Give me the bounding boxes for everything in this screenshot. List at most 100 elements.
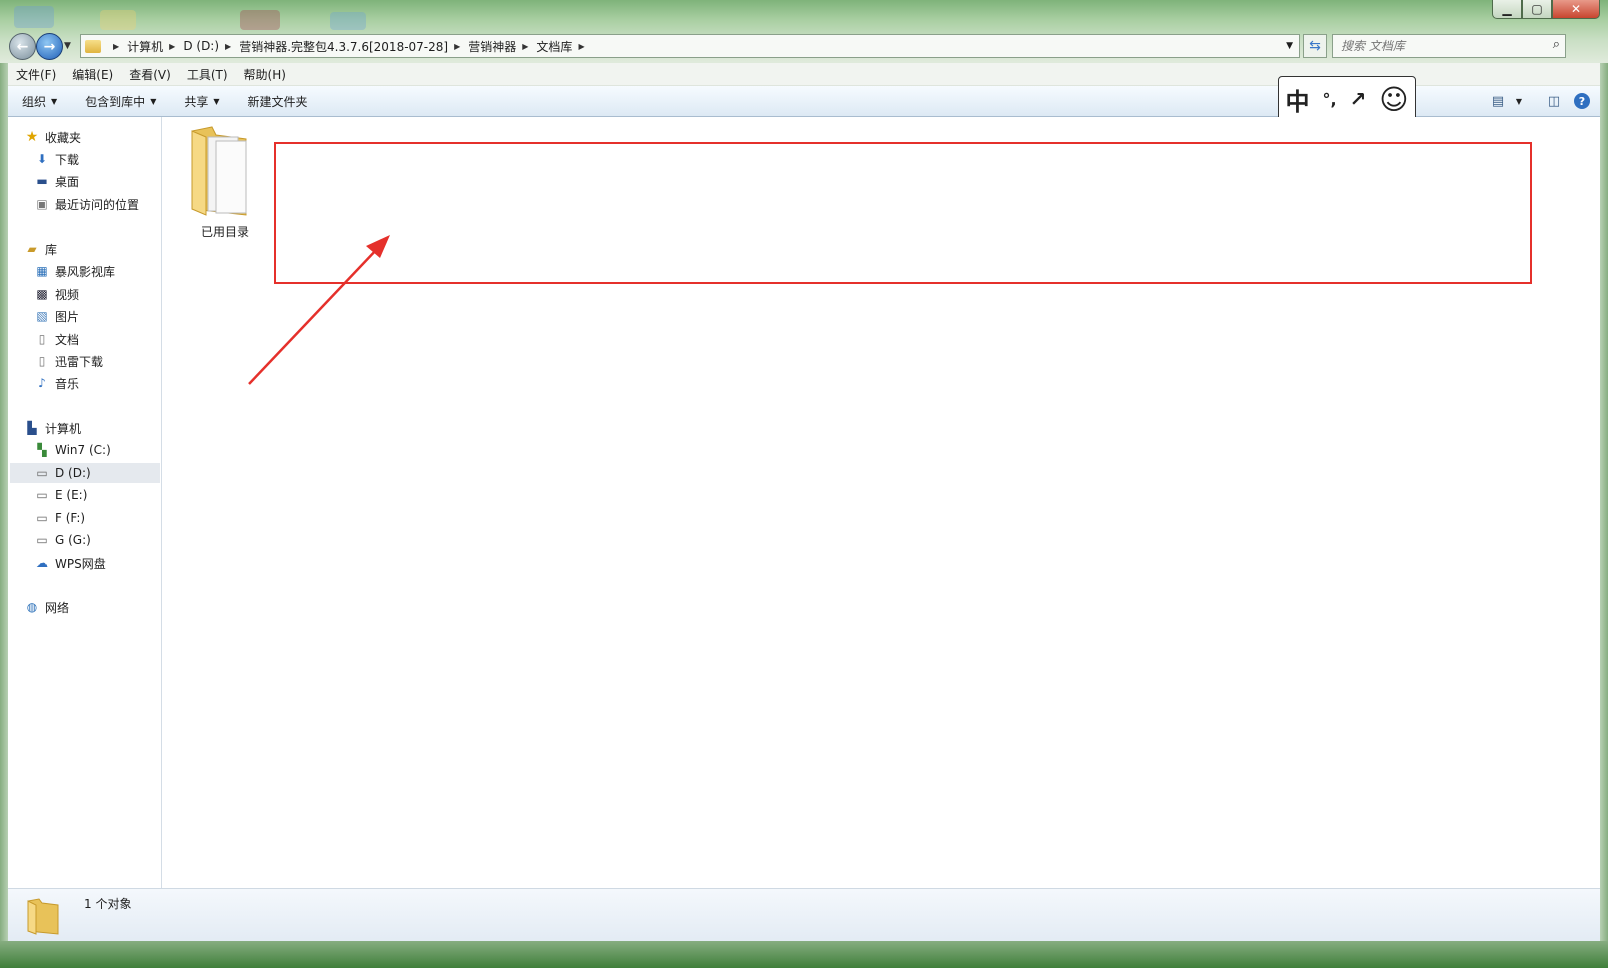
ime-tool-icon[interactable]: ↗ [1350,87,1367,111]
nav-item-wps-cloud[interactable]: ☁ WPS网盘 [34,553,106,573]
organize-button[interactable]: 组织 ▼ [8,93,71,110]
nav-label: Win7 (C:) [55,443,111,457]
nav-label: 收藏夹 [45,130,82,145]
chevron-right-icon[interactable]: ▶ [578,42,584,51]
breadcrumb-computer[interactable]: 计算机 ▶ [127,35,183,57]
minimize-button[interactable]: ▁ [1492,0,1522,19]
recent-pages-dropdown[interactable]: ▼ [64,41,71,51]
nav-label: 音乐 [55,376,80,391]
nav-item-videos[interactable]: ▩ 视频 [34,284,79,304]
nav-label: E (E:) [55,488,88,502]
nav-item-recent-places[interactable]: ▣ 最近访问的位置 [34,194,139,214]
menu-edit[interactable]: 编辑(E) [64,66,121,83]
breadcrumb-label: 文档库 [536,39,573,54]
address-bar[interactable]: ▶ 计算机 ▶ D (D:) ▶ 营销神器.完整包4.3.7.6[2018-07… [80,34,1300,58]
title-decoration [14,6,54,28]
nav-computer[interactable]: ▙ 计算机 [24,418,81,438]
nav-libraries[interactable]: ▰ 库 [24,239,57,259]
ime-toolbar: 中 °, ↗ ☺ [1278,76,1416,122]
nav-item-music[interactable]: ♪ 音乐 [34,373,79,393]
forward-arrow-icon: → [43,38,56,55]
nav-label: 最近访问的位置 [55,197,140,212]
chevron-right-icon[interactable]: ▶ [225,42,231,51]
nav-item-pictures[interactable]: ▧ 图片 [34,306,79,326]
nav-item-downloads[interactable]: ⬇ 下载 [34,149,79,169]
breadcrumb-drive-d[interactable]: D (D:) ▶ [183,35,239,57]
desktop-icon: ▬ [36,174,48,188]
nav-item-thunder-downloads[interactable]: ▯ 迅雷下载 [34,351,103,371]
menu-file[interactable]: 文件(F) [8,66,64,83]
document-icon: ▯ [38,332,46,346]
share-label: 共享 [184,94,209,109]
library-icon: ▰ [27,242,37,256]
star-icon: ★ [25,129,39,145]
annotation-highlight-box [274,142,1532,284]
chevron-down-icon: ▼ [1515,96,1523,106]
nav-item-drive-f[interactable]: ▭ F (F:) [34,508,85,528]
nav-item-drive-e[interactable]: ▭ E (E:) [34,485,87,505]
include-in-library-button[interactable]: 包含到库中 ▼ [71,93,170,110]
window-frame-left [0,63,8,943]
windows-drive-icon: ▚ [37,443,47,457]
ime-skin-icon[interactable]: ☺ [1379,83,1408,116]
nav-label: G (G:) [55,533,91,547]
breadcrumb-doc-library[interactable]: 文档库 ▶ [536,35,592,57]
share-button[interactable]: 共享 ▼ [170,93,233,110]
ime-punctuation-toggle[interactable]: °, [1322,90,1336,109]
include-in-library-label: 包含到库中 [85,94,146,109]
recent-places-icon: ▣ [36,197,48,211]
picture-icon: ▧ [36,309,48,323]
search-icon[interactable]: ⌕ [1553,37,1560,52]
nav-label: 桌面 [55,174,80,189]
folder-name: 已用目录 [200,225,249,239]
nav-favorites[interactable]: ★ 收藏夹 [24,127,81,147]
nav-item-drive-c[interactable]: ▚ Win7 (C:) [34,440,111,460]
nav-item-documents[interactable]: ▯ 文档 [34,329,79,349]
nav-item-desktop[interactable]: ▬ 桌面 [34,171,79,191]
nav-label: F (F:) [55,511,86,525]
breadcrumb-package[interactable]: 营销神器.完整包4.3.7.6[2018-07-28] ▶ [239,35,468,57]
help-button[interactable]: ? [1574,93,1590,109]
document-icon: ▯ [38,354,46,368]
ime-mode-toggle[interactable]: 中 [1285,82,1309,117]
cloud-icon: ☁ [36,556,48,570]
breadcrumb-root-separator[interactable]: ▶ [107,35,127,57]
search-box[interactable]: ⌕ [1332,34,1566,58]
view-options-dropdown[interactable]: ▼ [1512,97,1526,106]
folder-item[interactable]: 已用目录 [182,123,272,239]
refresh-icon: ⇆ [1309,38,1321,54]
search-input[interactable] [1339,37,1543,55]
preview-pane-button[interactable]: ◫ [1540,94,1568,109]
back-button[interactable]: ← [9,33,36,60]
navigation-row: ← → ▼ ▶ 计算机 ▶ D (D:) ▶ 营销神器.完整包4.3.7.6[2… [0,31,1608,61]
menu-tools[interactable]: 工具(T) [179,66,236,83]
download-folder-icon: ⬇ [36,152,48,166]
menu-help[interactable]: 帮助(H) [236,66,294,83]
hard-drive-icon: ▭ [36,488,48,502]
video-library-icon: ▦ [36,264,48,278]
new-folder-button[interactable]: 新建文件夹 [234,93,322,110]
breadcrumb-tool[interactable]: 营销神器 ▶ [468,35,536,57]
preview-pane-icon: ◫ [1547,93,1561,109]
nav-network[interactable]: ◍ 网络 [24,597,69,617]
address-history-dropdown[interactable]: ▼ [1286,41,1293,51]
chevron-down-icon: ▼ [150,96,157,106]
chevron-right-icon[interactable]: ▶ [522,42,528,51]
navigation-pane: ★ 收藏夹 ⬇ 下载 ▬ 桌面 ▣ 最近访问的位置 ▰ 库 ▦ 暴风影视库 ▩ … [8,117,162,888]
refresh-button[interactable]: ⇆ [1303,34,1327,58]
maximize-button[interactable]: ▢ [1522,0,1552,19]
forward-button[interactable]: → [36,33,63,60]
view-icon: ▤ [1491,93,1505,109]
nav-item-drive-d[interactable]: ▭ D (D:) [10,463,160,483]
close-button[interactable]: ✕ [1552,0,1600,19]
chevron-right-icon[interactable]: ▶ [169,42,175,51]
menu-view[interactable]: 查看(V) [121,66,179,83]
title-decoration [100,10,136,30]
folder-icon [27,898,59,935]
change-view-button[interactable]: ▤ [1484,94,1512,109]
nav-item-drive-g[interactable]: ▭ G (G:) [34,530,91,550]
chevron-right-icon[interactable]: ▶ [454,42,460,51]
organize-label: 组织 [22,94,47,109]
folder-icon [191,126,247,216]
nav-item-baofeng-library[interactable]: ▦ 暴风影视库 [34,261,115,281]
